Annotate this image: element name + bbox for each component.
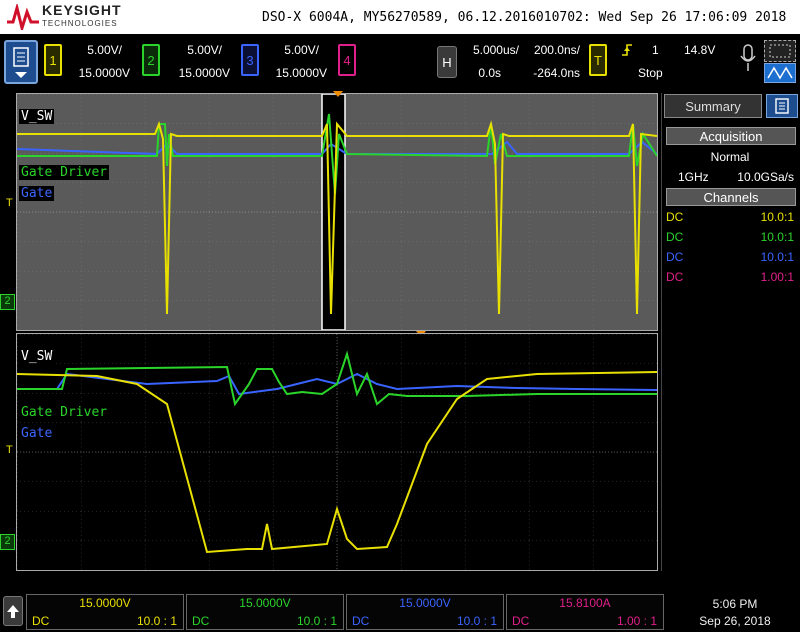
channel-3-offset: 15.0000V (275, 66, 327, 80)
bottom-channel-1-cell[interactable]: 15.0000V DC 10.0 : 1 (26, 594, 184, 630)
bottom-channel-1-coupling: DC (32, 614, 50, 628)
brand-name: KEYSIGHT (42, 2, 122, 18)
bottom-channel-1-probe: 10.0 : 1 (136, 614, 177, 628)
home-button[interactable] (3, 596, 23, 626)
bottom-channel-2-coupling: DC (192, 614, 210, 628)
trigger-button[interactable]: T (589, 44, 607, 76)
clock-time: 5:06 PM (712, 597, 758, 611)
brand-sub: TECHNOLOGIES (42, 19, 118, 28)
channel-4-button[interactable]: 4 (338, 44, 356, 76)
channel-2-button[interactable]: 2 (142, 44, 160, 76)
horizontal-button[interactable]: H (437, 46, 457, 78)
acquisition-bandwidth: 1GHz (678, 170, 709, 184)
bottom-channel-2-probe: 10.0 : 1 (296, 614, 337, 628)
instrument-title: DSO-X 6004A, MY56270589, 06.12.201601070… (262, 10, 787, 25)
label-vsw-main: V_SW (19, 109, 55, 124)
horizontal-zoom-delay: -264.0ns (533, 66, 580, 80)
bottom-channel-3-cell[interactable]: 15.0000V DC 10.0 : 1 (346, 594, 504, 630)
trigger-level: 14.8V (684, 43, 716, 57)
up-arrow-icon (7, 605, 19, 618)
bottom-channel-2-cell[interactable]: 15.0000V DC 10.0 : 1 (186, 594, 344, 630)
sidebar-channel-1-coupling: DC (666, 210, 684, 224)
summary-tab[interactable]: Summary (664, 94, 762, 118)
sidebar-channel-1-row: DC 10.0:1 (666, 210, 794, 224)
main-waveform-svg (17, 94, 657, 330)
horizontal-zoom-scale: 200.0ns/ (533, 43, 580, 57)
waveform-mode-button[interactable] (764, 63, 796, 83)
bottom-channel-3-value: 15.0000V (399, 596, 451, 610)
bottom-channel-4-cell[interactable]: 15.8100A DC 1.00 : 1 (506, 594, 664, 630)
acquisition-mode: Normal (710, 150, 750, 164)
channel-2-scale: 5.00V/ (187, 43, 222, 57)
horizontal-main-delay: 0.0s (478, 66, 501, 80)
acquisition-sample-rate: 10.0GSa/s (737, 170, 794, 184)
sidebar-channel-2-probe: 10.0:1 (760, 230, 794, 244)
waveform-icon (767, 66, 793, 80)
bottom-channel-4-coupling: DC (512, 614, 530, 628)
bottom-channel-3-probe: 10.0 : 1 (456, 614, 497, 628)
sidebar-channel-3-coupling: DC (666, 250, 684, 264)
channel-1-scale: 5.00V/ (87, 43, 122, 57)
channel-3-number: 3 (246, 52, 254, 68)
sidebar-channel-4-row: DC 1.00:1 (666, 270, 794, 284)
bottom-channel-4-value: 15.8100A (559, 596, 611, 610)
sidebar-channel-3-row: DC 10.0:1 (666, 250, 794, 264)
rising-edge-icon (622, 44, 632, 56)
trigger-level-marker-zoom: T (6, 444, 13, 456)
zoom-waveform-svg (17, 334, 657, 570)
list-icon (775, 98, 789, 114)
sidebar-channel-2-row: DC 10.0:1 (666, 230, 794, 244)
channel-2-number: 2 (147, 52, 155, 68)
summary-sidebar (661, 93, 800, 571)
channel-1-offset: 15.0000V (78, 66, 130, 80)
channel-3-scale: 5.00V/ (284, 43, 319, 57)
acquisition-state: Stop (638, 66, 663, 80)
acquisition-header: Acquisition (666, 127, 796, 145)
sidebar-menu-button[interactable] (766, 94, 798, 118)
sidebar-channel-4-probe: 1.00:1 (760, 270, 794, 284)
horizontal-button-label: H (442, 54, 452, 70)
bottom-channel-4-probe: 1.00 : 1 (616, 614, 657, 628)
sidebar-channel-1-probe: 10.0:1 (760, 210, 794, 224)
menu-icon (13, 47, 29, 78)
sidebar-channel-2-coupling: DC (666, 230, 684, 244)
trigger-position-marker-icon (333, 91, 343, 97)
sidebar-channel-3-probe: 10.0:1 (760, 250, 794, 264)
channel-1-number: 1 (49, 52, 57, 68)
channels-header: Channels (666, 188, 796, 206)
label-vsw-zoom: V_SW (19, 349, 55, 364)
trigger-button-label: T (594, 52, 602, 68)
channel-4-number: 4 (343, 52, 351, 68)
microphone-icon[interactable] (737, 42, 759, 76)
bottom-channel-3-coupling: DC (352, 614, 370, 628)
channel-3-button[interactable]: 3 (241, 44, 259, 76)
zoom-waveform-grid[interactable]: V_SW Gate Driver Gate (16, 333, 658, 571)
zoom-box-button[interactable] (764, 40, 796, 62)
label-gate-driver-zoom: Gate Driver (19, 405, 110, 420)
channel-2-ground-marker-zoom[interactable]: 2 (0, 534, 15, 550)
clock-date: Sep 26, 2018 (699, 614, 771, 628)
channel-1-button[interactable]: 1 (44, 44, 62, 76)
keysight-logo-icon (7, 4, 39, 30)
main-menu-button[interactable] (4, 40, 38, 84)
horizontal-main-scale: 5.000us/ (472, 43, 519, 57)
label-gate-zoom: Gate (19, 426, 55, 441)
channel-2-ground-marker-main[interactable]: 2 (0, 294, 15, 310)
main-waveform-grid[interactable]: V_SW Gate Driver Gate (16, 93, 658, 331)
channel-2-offset: 15.0000V (178, 66, 230, 80)
label-gate-main: Gate (19, 186, 55, 201)
trigger-level-marker-main: T (6, 197, 13, 209)
trigger-source: 1 (652, 43, 659, 57)
sidebar-channel-4-coupling: DC (666, 270, 684, 284)
bottom-channel-2-value: 15.0000V (239, 596, 291, 610)
zoom-box-icon (769, 44, 791, 58)
bottom-channel-1-value: 15.0000V (79, 596, 131, 610)
label-gate-driver-main: Gate Driver (19, 165, 110, 180)
